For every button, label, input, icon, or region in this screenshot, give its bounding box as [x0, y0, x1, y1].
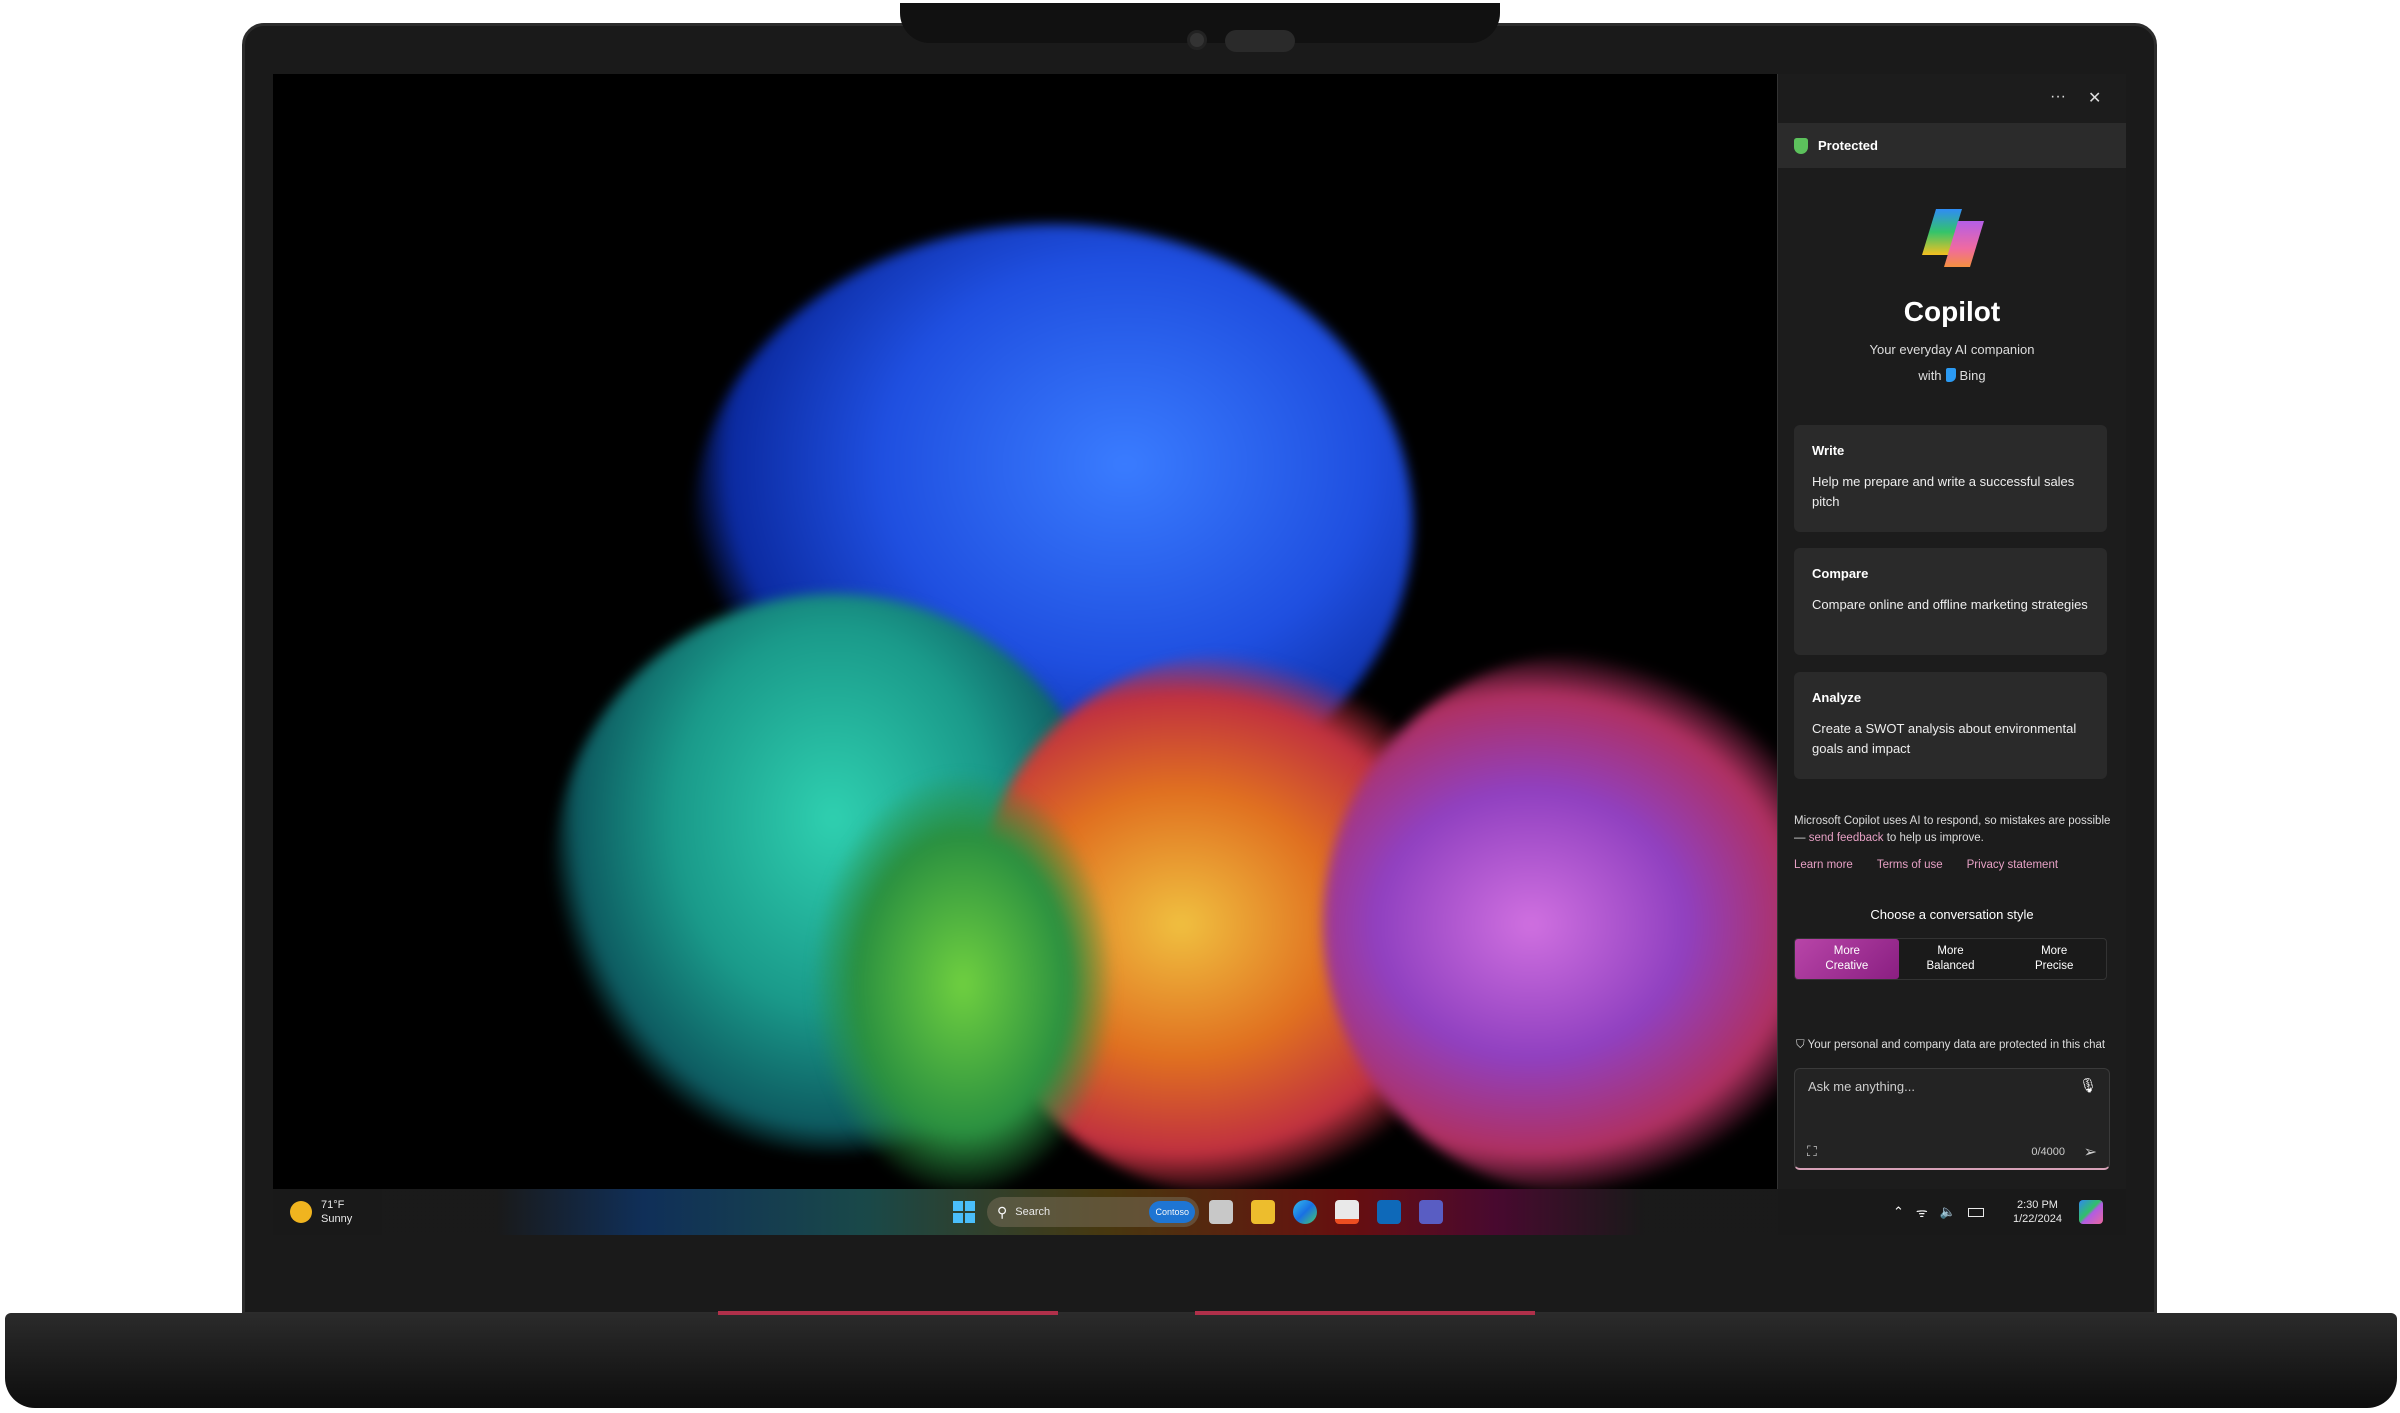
microphone-icon[interactable]: 🎙: [2079, 1077, 2097, 1094]
store-icon[interactable]: [1335, 1200, 1359, 1224]
privacy-note-text: Your personal and company data are prote…: [1807, 1039, 2106, 1051]
send-feedback-link[interactable]: send feedback: [1809, 832, 1884, 844]
conversation-style-selector: More Creative More Balanced More Precise: [1794, 938, 2107, 980]
privacy-note: ⛉ Your personal and company data are pro…: [1796, 1039, 2105, 1052]
pinned-apps: [1209, 1189, 1443, 1235]
weather-condition: Sunny: [321, 1213, 353, 1225]
taskbar: 71°F Sunny ⚲ Search Contoso ⌃ ᯤ 🔈 2:30 PM…: [273, 1189, 2126, 1235]
copilot-icon: [2079, 1200, 2103, 1224]
screenshot-icon[interactable]: ⛶: [1807, 1143, 1817, 1160]
style-heading: Choose a conversation style: [1870, 907, 2034, 922]
file-explorer-icon[interactable]: [1251, 1200, 1275, 1224]
task-view-icon[interactable]: [1209, 1200, 1233, 1224]
copilot-tagline: Your everyday AI companion: [1869, 342, 2035, 357]
more-icon[interactable]: ···: [2050, 88, 2066, 106]
char-count: 0/4000: [2031, 1146, 2065, 1158]
protected-banner: Protected: [1778, 123, 2126, 168]
clock-date: 1/22/2024: [2013, 1213, 2062, 1225]
privacy-link[interactable]: Privacy statement: [1967, 859, 2058, 871]
send-icon[interactable]: ➢: [2084, 1142, 2097, 1162]
screen: ··· ✕ Protected Copilot Your everyday AI…: [273, 74, 2126, 1235]
hinge-accent: [1195, 1311, 1535, 1315]
learn-more-link[interactable]: Learn more: [1794, 859, 1853, 871]
bing-icon: [1945, 368, 1956, 382]
prompt-card-compare[interactable]: Compare Compare online and offline market…: [1794, 548, 2107, 655]
battery-icon[interactable]: [1967, 1207, 1984, 1217]
style-creative[interactable]: More Creative: [1795, 939, 1899, 979]
legal-links: Learn more Terms of use Privacy statemen…: [1794, 859, 2058, 871]
panel-header: ··· ✕: [1778, 74, 2126, 123]
copilot-logo-icon: [1922, 209, 1984, 267]
search-placeholder: Search: [1015, 1206, 1051, 1218]
prompt-card-write[interactable]: Write Help me prepare and write a success…: [1794, 425, 2107, 532]
with-label: with: [1918, 368, 1942, 383]
copilot-title: Copilot: [1903, 296, 2001, 327]
style-balanced[interactable]: More Balanced: [1899, 939, 2003, 979]
ir-sensor: [1225, 30, 1295, 52]
outlook-icon[interactable]: [1377, 1200, 1401, 1224]
bing-attribution: with Bing: [1778, 368, 2126, 383]
bing-label: Bing: [1959, 368, 1986, 383]
prompt-card-analyze[interactable]: Analyze Create a SWOT analysis about envi…: [1794, 672, 2107, 779]
teams-icon[interactable]: [1419, 1200, 1443, 1224]
search-badge: Contoso: [1149, 1201, 1195, 1223]
chat-input[interactable]: [1808, 1079, 2058, 1094]
search-box[interactable]: ⚲ Search Contoso: [987, 1197, 1199, 1227]
start-button[interactable]: [953, 1189, 975, 1235]
windows-icon: [953, 1201, 975, 1223]
card-title: Compare: [1812, 566, 1869, 581]
shield-outline-icon: ⛉: [1796, 1039, 1808, 1051]
shield-icon: [1794, 137, 1808, 154]
search-icon: ⚲: [997, 1203, 1008, 1220]
webcam: [1187, 30, 1207, 50]
wifi-icon[interactable]: ᯤ: [1916, 1203, 1928, 1221]
style-precise[interactable]: More Precise: [2002, 939, 2106, 979]
clock-time: 2:30 PM: [2016, 1199, 2058, 1211]
close-icon[interactable]: ✕: [2088, 88, 2101, 108]
chat-input-box: 🎙 ⛶ 0/4000 ➢: [1794, 1068, 2110, 1170]
weather-widget[interactable]: 71°F Sunny: [290, 1189, 352, 1235]
desktop-wallpaper: [273, 74, 1777, 1189]
system-tray: ⌃ ᯤ 🔈: [1893, 1189, 1984, 1235]
sun-icon: [290, 1201, 312, 1223]
laptop-base: [5, 1313, 2397, 1408]
card-text: Create a SWOT analysis about environment…: [1812, 721, 2077, 756]
clock[interactable]: 2:30 PM 1/22/2024: [2013, 1189, 2062, 1235]
chevron-up-icon[interactable]: ⌃: [1893, 1204, 1904, 1220]
card-text: Compare online and offline marketing str…: [1812, 597, 2088, 612]
terms-link[interactable]: Terms of use: [1877, 859, 1943, 871]
copilot-taskbar-button[interactable]: [2079, 1189, 2103, 1235]
hinge-accent: [718, 1311, 1058, 1315]
edge-icon[interactable]: [1293, 1200, 1317, 1224]
copilot-panel: ··· ✕ Protected Copilot Your everyday AI…: [1777, 74, 2126, 1189]
disclaimer-text: to help us improve.: [1883, 832, 1984, 844]
card-title: Analyze: [1812, 690, 1862, 705]
card-title: Write: [1812, 443, 1845, 458]
disclaimer: Microsoft Copilot uses AI to respond, so…: [1794, 813, 2114, 847]
protected-label: Protected: [1818, 138, 1878, 153]
weather-temp: 71°F: [321, 1199, 345, 1211]
volume-icon[interactable]: 🔈: [1940, 1204, 1956, 1220]
card-text: Help me prepare and write a successful s…: [1812, 474, 2075, 509]
